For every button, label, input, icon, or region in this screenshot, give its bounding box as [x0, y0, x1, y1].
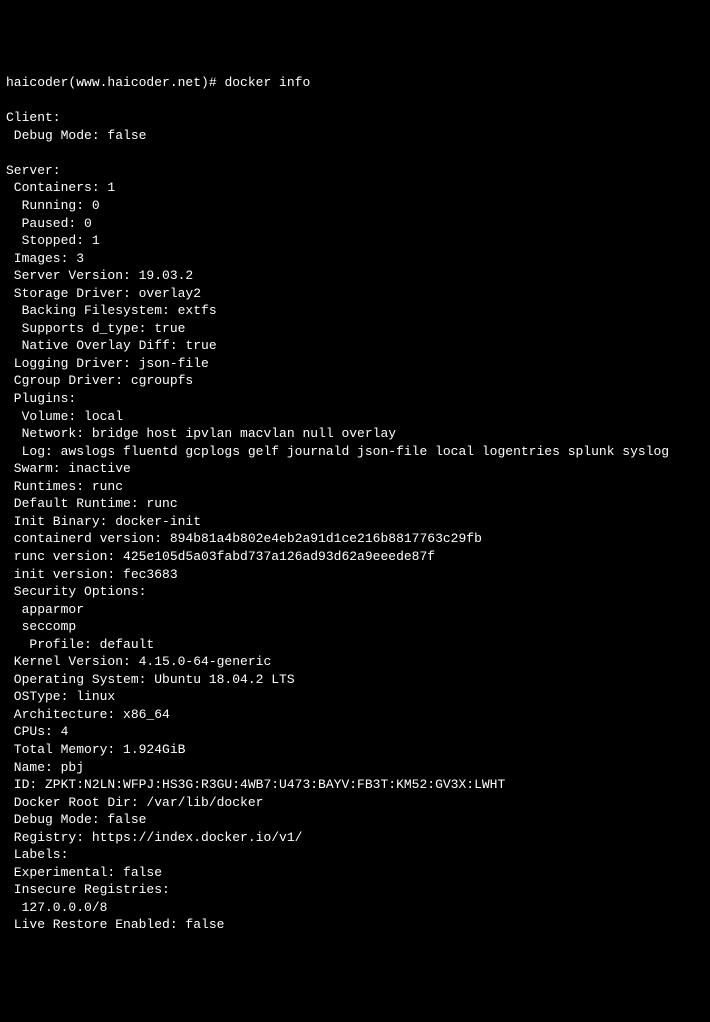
- output-line: Debug Mode: false: [6, 127, 704, 145]
- output-line: apparmor: [6, 601, 704, 619]
- output-line: Total Memory: 1.924GiB: [6, 741, 704, 759]
- output-line: Default Runtime: runc: [6, 495, 704, 513]
- command-input[interactable]: docker info: [224, 75, 310, 90]
- output-line: Profile: default: [6, 636, 704, 654]
- output-line: Swarm: inactive: [6, 460, 704, 478]
- output-line: Init Binary: docker-init: [6, 513, 704, 531]
- output-line: Labels:: [6, 846, 704, 864]
- output-line: Images: 3: [6, 250, 704, 268]
- output-line: Operating System: Ubuntu 18.04.2 LTS: [6, 671, 704, 689]
- output-line: Backing Filesystem: extfs: [6, 302, 704, 320]
- output-line: Docker Root Dir: /var/lib/docker: [6, 794, 704, 812]
- output-line: Experimental: false: [6, 864, 704, 882]
- output-line: CPUs: 4: [6, 723, 704, 741]
- output-line: seccomp: [6, 618, 704, 636]
- output-line: Volume: local: [6, 408, 704, 426]
- output-line: Server:: [6, 162, 704, 180]
- output-line: Native Overlay Diff: true: [6, 337, 704, 355]
- output-line: Registry: https://index.docker.io/v1/: [6, 829, 704, 847]
- output-line: Client:: [6, 109, 704, 127]
- output-line: Log: awslogs fluentd gcplogs gelf journa…: [6, 443, 704, 461]
- output-line: Containers: 1: [6, 179, 704, 197]
- output-line: [6, 144, 704, 162]
- output-line: Architecture: x86_64: [6, 706, 704, 724]
- output-line: Storage Driver: overlay2: [6, 285, 704, 303]
- output-line: Live Restore Enabled: false: [6, 916, 704, 934]
- output-line: Runtimes: runc: [6, 478, 704, 496]
- output-line: Plugins:: [6, 390, 704, 408]
- terminal-output: Client: Debug Mode: false Server: Contai…: [6, 109, 704, 934]
- output-line: runc version: 425e105d5a03fabd737a126ad9…: [6, 548, 704, 566]
- output-line: 127.0.0.0/8: [6, 899, 704, 917]
- output-line: Network: bridge host ipvlan macvlan null…: [6, 425, 704, 443]
- shell-prompt: haicoder(www.haicoder.net)#: [6, 75, 224, 90]
- output-line: Kernel Version: 4.15.0-64-generic: [6, 653, 704, 671]
- output-line: ID: ZPKT:N2LN:WFPJ:HS3G:R3GU:4WB7:U473:B…: [6, 776, 704, 794]
- output-line: Running: 0: [6, 197, 704, 215]
- output-line: Insecure Registries:: [6, 881, 704, 899]
- output-line: containerd version: 894b81a4b802e4eb2a91…: [6, 530, 704, 548]
- terminal-prompt-line[interactable]: haicoder(www.haicoder.net)# docker info: [6, 74, 704, 92]
- output-line: Security Options:: [6, 583, 704, 601]
- output-line: Logging Driver: json-file: [6, 355, 704, 373]
- output-line: init version: fec3683: [6, 566, 704, 584]
- output-line: Name: pbj: [6, 759, 704, 777]
- output-line: Server Version: 19.03.2: [6, 267, 704, 285]
- output-line: Debug Mode: false: [6, 811, 704, 829]
- output-line: Stopped: 1: [6, 232, 704, 250]
- output-line: Cgroup Driver: cgroupfs: [6, 372, 704, 390]
- output-line: OSType: linux: [6, 688, 704, 706]
- output-line: Supports d_type: true: [6, 320, 704, 338]
- output-line: Paused: 0: [6, 215, 704, 233]
